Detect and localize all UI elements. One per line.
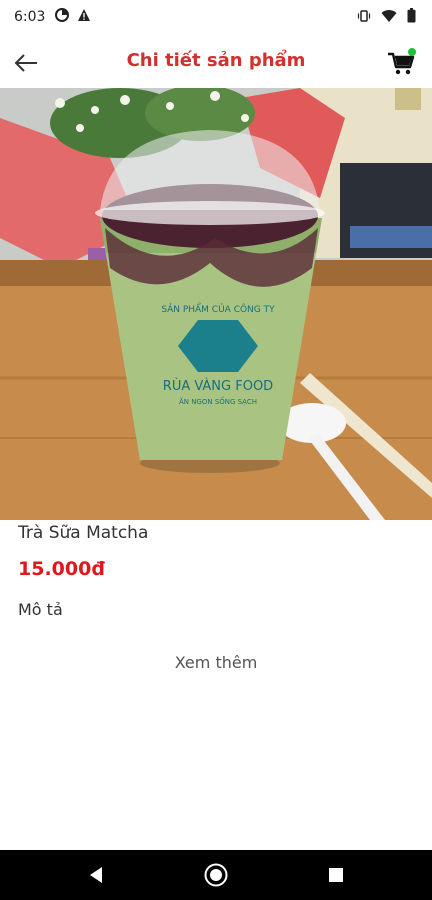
wifi-icon	[381, 9, 397, 22]
product-image: SẢN PHẨM CỦA CÔNG TY RÙA VÀNG FOOD ĂN NG…	[0, 85, 432, 520]
status-bar: 6:03	[0, 0, 432, 36]
nav-recents-button[interactable]	[306, 850, 366, 900]
battery-icon	[407, 8, 416, 23]
data-saver-icon	[55, 8, 69, 22]
description-label: Mô tả	[18, 600, 63, 619]
status-time: 6:03	[14, 9, 46, 25]
cup-print-line3: ĂN NGON SỐNG SẠCH	[179, 396, 257, 406]
vibrate-icon	[357, 9, 371, 22]
product-name: Trà Sữa Matcha	[18, 523, 149, 543]
nav-recents-icon	[329, 868, 343, 882]
cup-print-line2: RÙA VÀNG FOOD	[163, 378, 273, 394]
cart-badge	[408, 48, 416, 56]
nav-back-button[interactable]	[66, 850, 126, 900]
navigation-bar	[0, 850, 432, 900]
see-more-button[interactable]: Xem thêm	[0, 653, 432, 672]
app-bar: Chi tiết sản phẩm	[0, 36, 432, 88]
page-title: Chi tiết sản phẩm	[126, 50, 306, 71]
nav-home-button[interactable]	[186, 850, 246, 900]
nav-back-icon	[90, 867, 102, 883]
status-right-icons	[357, 8, 416, 23]
cart-button[interactable]	[386, 48, 416, 78]
status-left-icons	[55, 8, 91, 22]
product-price: 15.000đ	[18, 558, 105, 580]
nav-home-icon	[204, 863, 228, 887]
warning-icon	[78, 9, 90, 21]
